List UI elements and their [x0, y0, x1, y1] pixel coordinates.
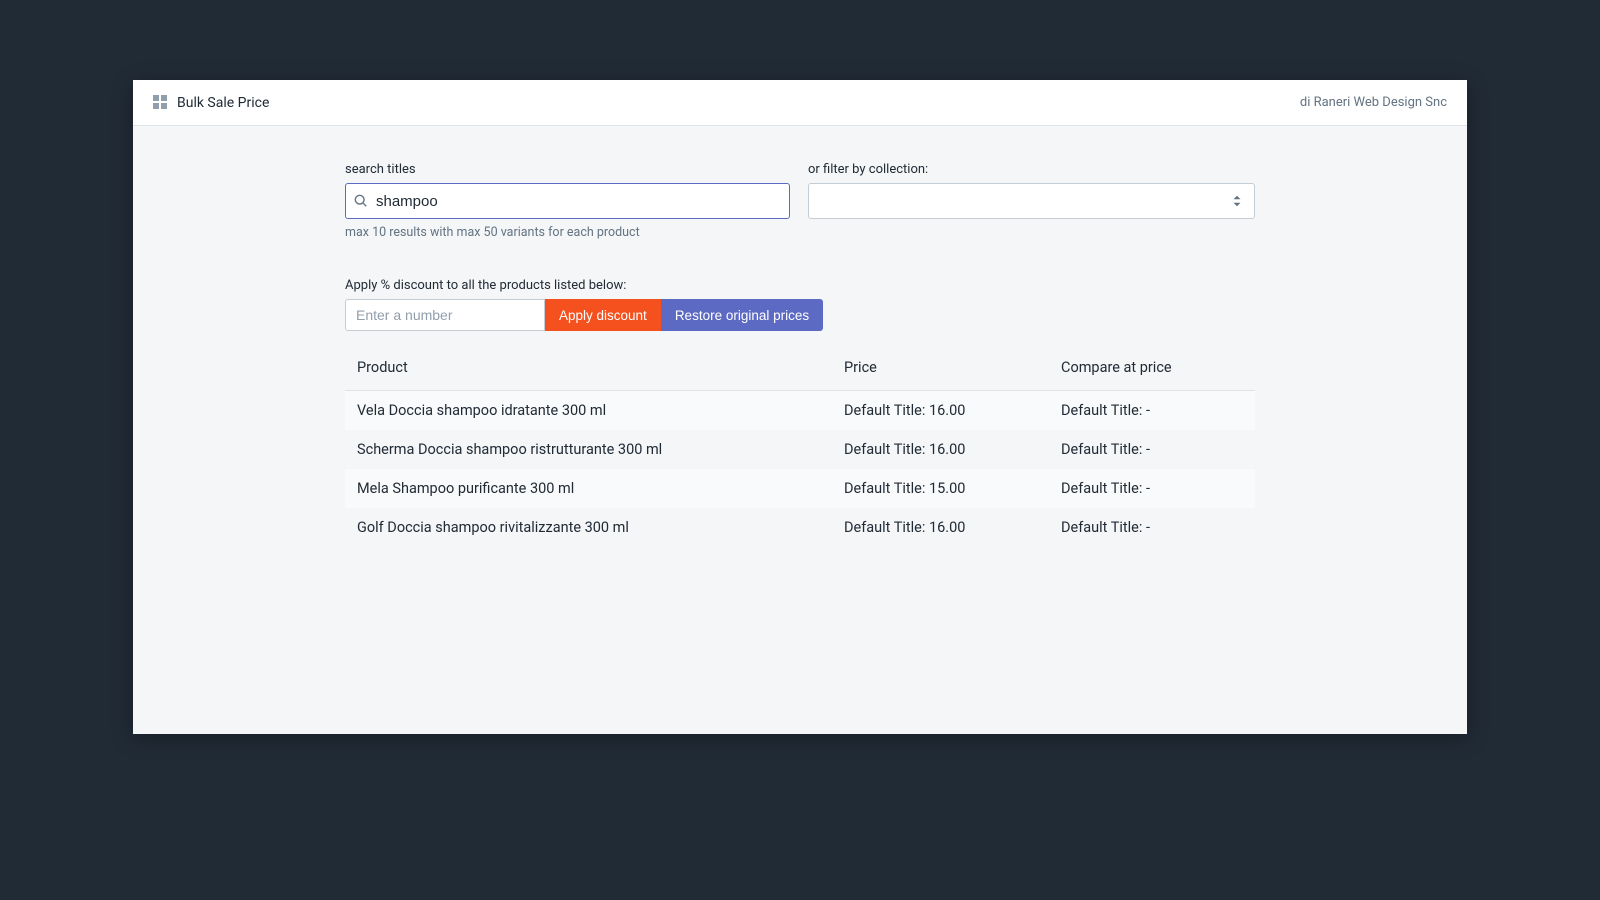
- cell-compare: Default Title: -: [1061, 480, 1243, 497]
- header-left: Bulk Sale Price: [153, 95, 269, 111]
- content-area: search titles max 10 results with max 50…: [133, 126, 1467, 547]
- products-table: Product Price Compare at price Vela Docc…: [345, 349, 1255, 547]
- table-row: Golf Doccia shampoo rivitalizzante 300 m…: [345, 508, 1255, 547]
- cell-price: Default Title: 16.00: [844, 441, 1061, 458]
- collection-select-wrapper[interactable]: [808, 183, 1255, 219]
- search-label: search titles: [345, 162, 790, 177]
- discount-row: Apply discount Restore original prices: [345, 299, 1255, 331]
- cell-price: Default Title: 16.00: [844, 519, 1061, 536]
- app-title: Bulk Sale Price: [177, 95, 269, 111]
- cell-compare: Default Title: -: [1061, 441, 1243, 458]
- discount-section: Apply % discount to all the products lis…: [345, 278, 1255, 331]
- cell-price: Default Title: 16.00: [844, 402, 1061, 419]
- cell-product: Golf Doccia shampoo rivitalizzante 300 m…: [357, 519, 844, 536]
- search-column: search titles max 10 results with max 50…: [345, 162, 790, 240]
- collection-label: or filter by collection:: [808, 162, 1255, 177]
- cell-compare: Default Title: -: [1061, 402, 1243, 419]
- table-row: Scherma Doccia shampoo ristrutturante 30…: [345, 430, 1255, 469]
- header-compare: Compare at price: [1061, 359, 1243, 376]
- collection-select[interactable]: [809, 184, 1254, 218]
- search-input[interactable]: [368, 184, 789, 218]
- discount-number-input[interactable]: [345, 299, 545, 331]
- table-header-row: Product Price Compare at price: [345, 349, 1255, 391]
- table-body: Vela Doccia shampoo idratante 300 ml Def…: [345, 391, 1255, 547]
- cell-price: Default Title: 15.00: [844, 480, 1061, 497]
- header-product: Product: [357, 359, 844, 376]
- filters-row: search titles max 10 results with max 50…: [345, 162, 1255, 240]
- search-icon: [354, 194, 368, 208]
- apply-discount-button[interactable]: Apply discount: [545, 299, 661, 331]
- search-input-wrapper[interactable]: [345, 183, 790, 219]
- restore-prices-button[interactable]: Restore original prices: [661, 299, 823, 331]
- table-row: Vela Doccia shampoo idratante 300 ml Def…: [345, 391, 1255, 430]
- cell-compare: Default Title: -: [1061, 519, 1243, 536]
- cell-product: Mela Shampoo purificante 300 ml: [357, 480, 844, 497]
- header-bar: Bulk Sale Price di Raneri Web Design Snc: [133, 80, 1467, 126]
- discount-label: Apply % discount to all the products lis…: [345, 278, 1255, 293]
- cell-product: Vela Doccia shampoo idratante 300 ml: [357, 402, 844, 419]
- header-credit: di Raneri Web Design Snc: [1300, 95, 1447, 110]
- search-help-text: max 10 results with max 50 variants for …: [345, 225, 790, 240]
- table-row: Mela Shampoo purificante 300 ml Default …: [345, 469, 1255, 508]
- app-window: Bulk Sale Price di Raneri Web Design Snc…: [133, 80, 1467, 734]
- app-logo-icon: [153, 95, 169, 111]
- cell-product: Scherma Doccia shampoo ristrutturante 30…: [357, 441, 844, 458]
- collection-column: or filter by collection:: [808, 162, 1255, 240]
- header-price: Price: [844, 359, 1061, 376]
